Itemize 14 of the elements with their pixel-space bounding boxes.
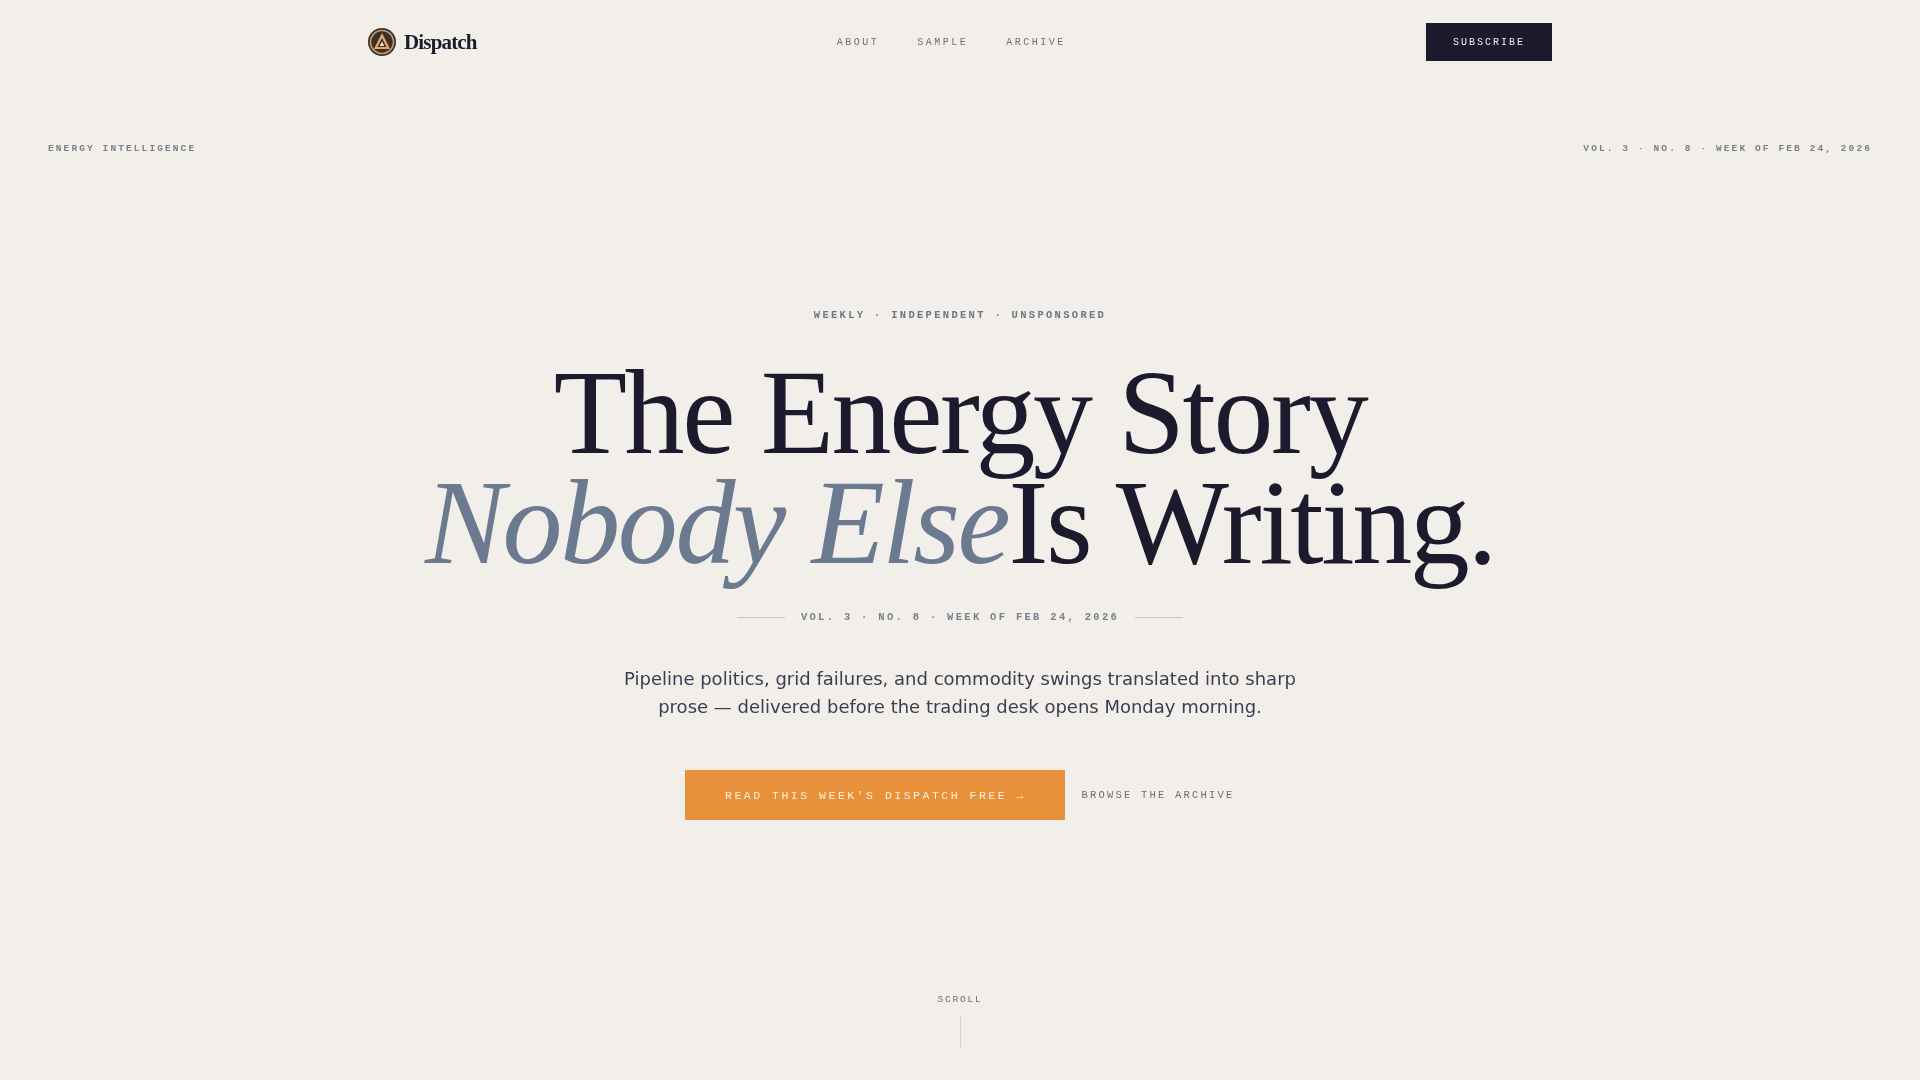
hero-headline: The Energy Story Nobody ElseIs Writing. (423, 346, 1496, 591)
subscribe-button[interactable]: SUBSCRIBE (1426, 23, 1552, 61)
browse-archive-link[interactable]: BROWSE THE ARCHIVE (1081, 789, 1235, 801)
logo-icon[interactable] (368, 28, 396, 56)
hero-description: Pipeline politics, grid failures, and commodity swings translated into sharp prose — delivered before the trading desk opens Monday morning. (623, 667, 1297, 719)
eyebrow-text: WEEKLY · INDEPENDENT · UNSPONSORED (813, 308, 1107, 323)
nav-link[interactable]: ABOUT (836, 36, 880, 48)
brand-name[interactable]: Dispatch (404, 29, 477, 55)
nav-link[interactable]: SAMPLE (917, 36, 969, 48)
nav-link[interactable]: ARCHIVE (1006, 36, 1066, 48)
issue-line: VOL. 3 · NO. 8 · WEEK OF FEB 24, 2026 (800, 610, 1120, 624)
issue-label: VOL. 3 · NO. 8 · WEEK OF FEB 24, 2026 (1583, 142, 1872, 156)
section-label: ENERGY INTELLIGENCE (48, 142, 197, 156)
scroll-hint: SCROLL (937, 993, 983, 1007)
